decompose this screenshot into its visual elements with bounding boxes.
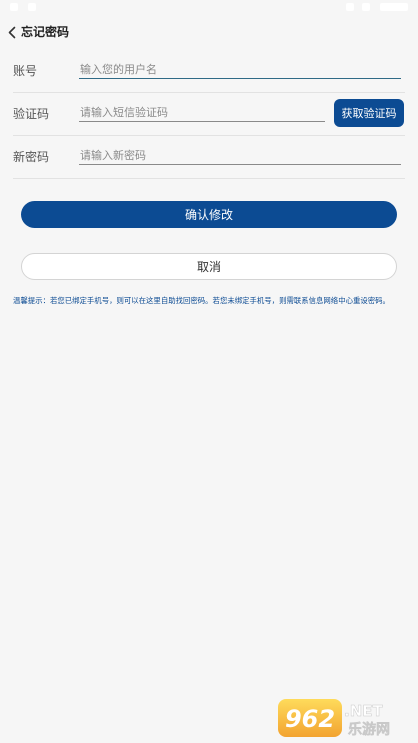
watermark-logo: 962 .NET 乐游网 (278, 697, 412, 739)
code-label: 验证码 (13, 107, 50, 121)
forgot-password-form: 账号 验证码 获取验证码 新密码 (13, 50, 405, 179)
account-label: 账号 (13, 64, 38, 78)
battery-icon (362, 3, 370, 11)
chevron-left-icon[interactable] (6, 24, 18, 40)
account-input[interactable] (79, 60, 401, 79)
new-password-input[interactable] (79, 146, 401, 165)
get-code-button[interactable]: 获取验证码 (334, 99, 404, 127)
page-title: 忘记密码 (21, 25, 70, 39)
svg-text:.NET: .NET (344, 702, 383, 720)
clock (380, 3, 408, 11)
svg-text:乐游网: 乐游网 (348, 721, 390, 738)
notification-icon (10, 3, 18, 11)
confirm-button[interactable]: 确认修改 (21, 201, 397, 228)
tip-text: 温馨提示：若您已绑定手机号，则可以在这里自助找回密码。若您未绑定手机号，则需联系… (13, 296, 390, 305)
wifi-icon (346, 3, 354, 11)
svg-text:962: 962 (285, 705, 335, 733)
new-password-label: 新密码 (13, 150, 50, 164)
code-input[interactable] (79, 103, 325, 122)
notification-icon (28, 3, 36, 11)
account-row: 账号 (13, 50, 405, 93)
new-password-row: 新密码 (13, 136, 405, 179)
header: 忘记密码 (0, 18, 418, 46)
status-bar (0, 0, 418, 18)
code-row: 验证码 获取验证码 (13, 93, 405, 136)
cancel-button[interactable]: 取消 (21, 253, 397, 280)
